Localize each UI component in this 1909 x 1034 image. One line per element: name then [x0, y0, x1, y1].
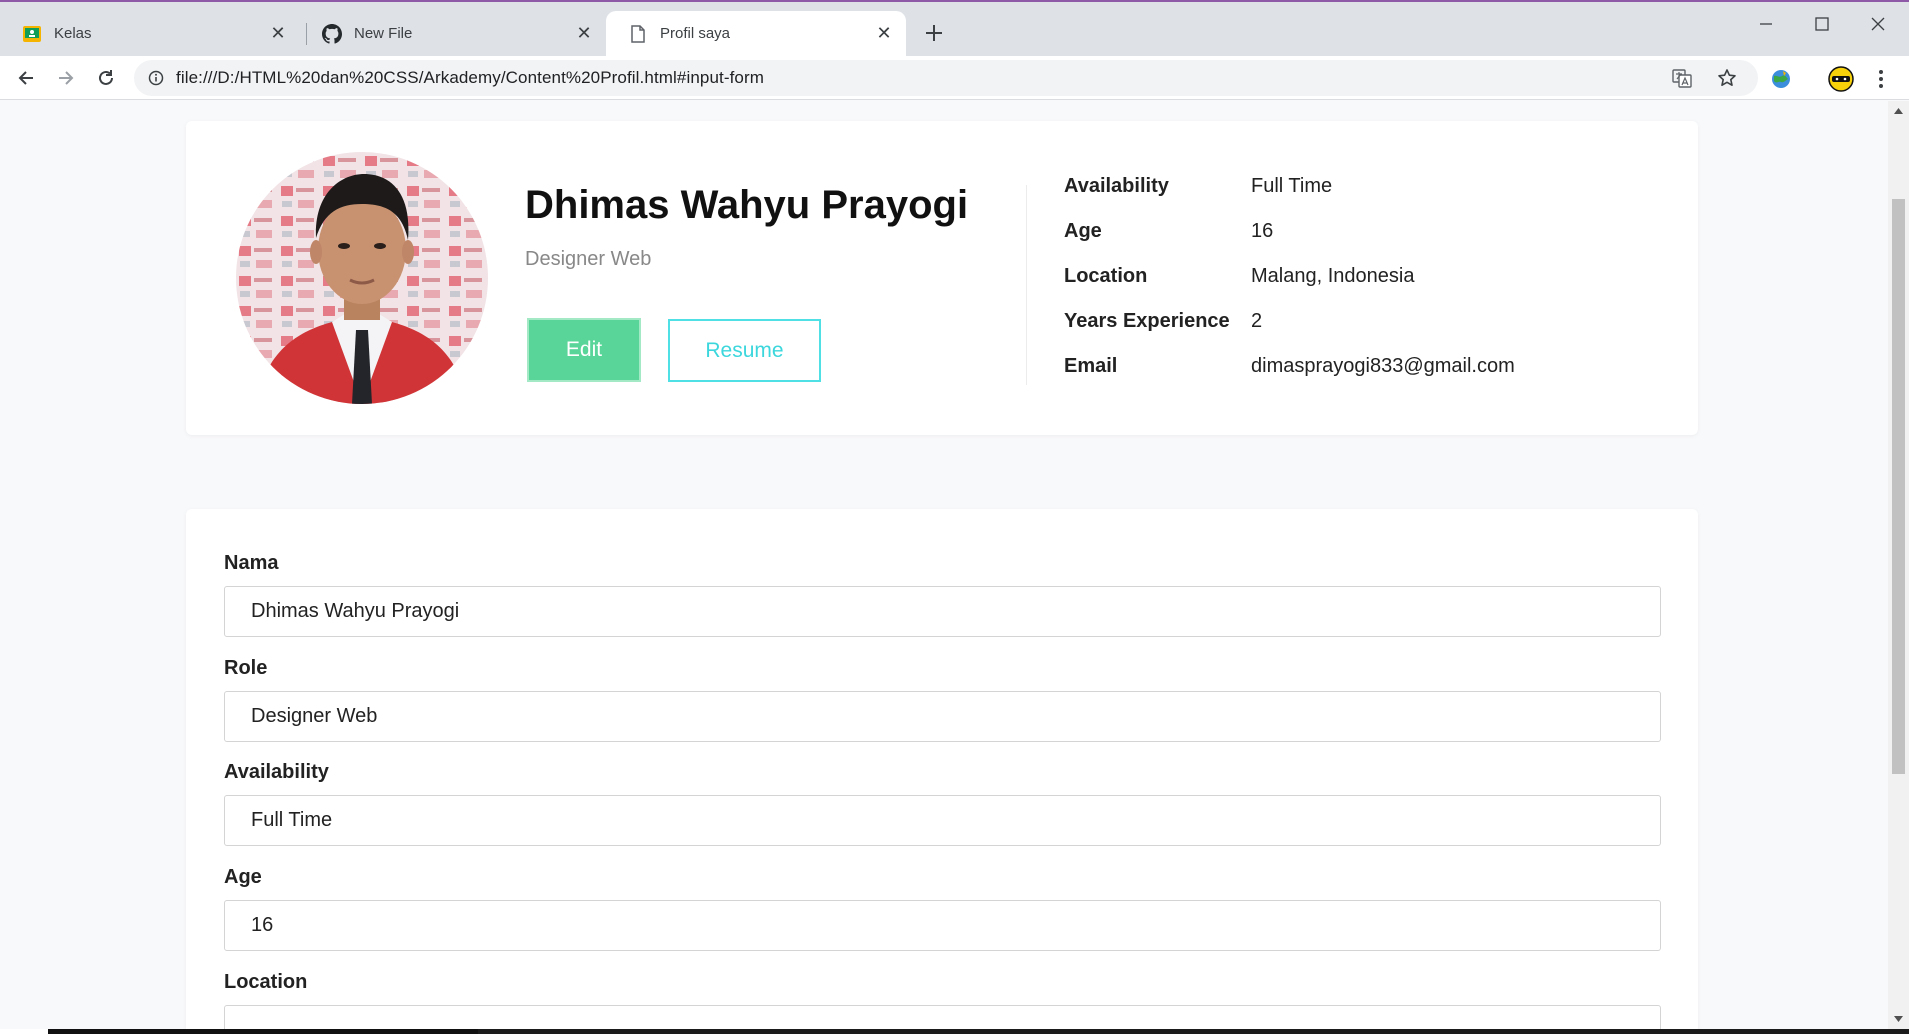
close-icon[interactable]: ✕ — [572, 22, 596, 46]
detail-row-email: Email dimasprayogi833@gmail.com — [1064, 355, 1515, 400]
nama-input[interactable] — [224, 586, 1661, 637]
age-input[interactable] — [224, 900, 1661, 951]
url-text: file:///D:/HTML%20dan%20CSS/Arkademy/Con… — [176, 68, 764, 87]
back-button[interactable] — [10, 62, 42, 94]
profile-name: Dhimas Wahyu Prayogi — [525, 183, 969, 227]
new-tab-button[interactable] — [920, 19, 948, 47]
tab-title: Kelas — [54, 25, 92, 42]
detail-row-age: Age 16 — [1064, 220, 1515, 265]
edit-button[interactable]: Edit — [527, 318, 641, 382]
detail-value: 16 — [1251, 220, 1274, 242]
google-classroom-icon — [22, 24, 42, 44]
vertical-scrollbar[interactable] — [1888, 101, 1909, 1029]
detail-row-experience: Years Experience 2 — [1064, 310, 1515, 355]
field-label: Age — [224, 866, 262, 888]
tab-new-file[interactable]: New File ✕ — [300, 11, 606, 56]
detail-label: Location — [1064, 265, 1148, 287]
tab-title: New File — [354, 25, 413, 42]
input-form: Nama Role Availability Age Location — [186, 509, 1698, 1029]
info-icon[interactable] — [146, 68, 166, 88]
availability-input[interactable] — [224, 795, 1661, 846]
tab-kelas[interactable]: Kelas ✕ — [0, 11, 300, 56]
detail-label: Availability — [1064, 175, 1169, 197]
bookmark-star-icon[interactable] — [1711, 60, 1743, 96]
field-role: Role — [224, 657, 1661, 742]
detail-row-availability: Availability Full Time — [1064, 175, 1515, 220]
detail-label: Years Experience — [1064, 310, 1230, 332]
close-icon[interactable]: ✕ — [872, 22, 896, 46]
page-viewport: Dhimas Wahyu Prayogi Designer Web Edit R… — [0, 101, 1888, 1029]
field-location: Location — [224, 971, 1661, 1029]
menu-kebab-icon[interactable] — [1866, 64, 1896, 94]
detail-label: Age — [1064, 220, 1102, 242]
tab-strip: Kelas ✕ New File ✕ Profil saya ✕ — [0, 2, 1909, 56]
browser-toolbar: file:///D:/HTML%20dan%20CSS/Arkademy/Con… — [0, 56, 1909, 100]
location-input[interactable] — [224, 1005, 1661, 1029]
profile-details: Availability Full Time Age 16 Location M… — [1064, 175, 1515, 400]
github-icon — [322, 23, 342, 44]
taskbar-edge — [0, 1029, 1909, 1034]
detail-value: Full Time — [1251, 175, 1333, 197]
tab-title: Profil saya — [660, 25, 731, 42]
taskbar-segment — [48, 1029, 478, 1034]
forward-button[interactable] — [50, 62, 82, 94]
translate-icon[interactable] — [1666, 60, 1698, 96]
field-label: Role — [224, 657, 268, 679]
detail-value: dimasprayogi833@gmail.com — [1251, 355, 1515, 377]
detail-label: Email — [1064, 355, 1118, 377]
address-bar[interactable]: file:///D:/HTML%20dan%20CSS/Arkademy/Con… — [134, 60, 1758, 96]
field-nama: Nama — [224, 552, 1661, 637]
field-label: Availability — [224, 761, 329, 783]
minimize-button[interactable] — [1738, 4, 1794, 44]
scroll-thumb[interactable] — [1892, 199, 1905, 774]
profile-photo — [236, 152, 488, 404]
maximize-button[interactable] — [1794, 4, 1850, 44]
detail-value: 2 — [1251, 310, 1263, 332]
profile-avatar-icon[interactable] — [1826, 64, 1856, 94]
detail-value: Malang, Indonesia — [1251, 265, 1415, 287]
tab-profil-saya[interactable]: Profil saya ✕ — [606, 11, 906, 56]
profile-role: Designer Web — [525, 248, 652, 270]
detail-row-location: Location Malang, Indonesia — [1064, 265, 1515, 310]
field-age: Age — [224, 866, 1661, 951]
close-icon[interactable]: ✕ — [266, 22, 290, 46]
extension-globe-icon[interactable] — [1766, 64, 1796, 94]
scroll-down-arrow-icon[interactable] — [1888, 1011, 1909, 1027]
scroll-up-arrow-icon[interactable] — [1888, 103, 1909, 119]
close-window-button[interactable] — [1850, 4, 1906, 44]
field-label: Location — [224, 971, 308, 993]
document-icon — [628, 24, 648, 44]
role-input[interactable] — [224, 691, 1661, 742]
vertical-divider — [1026, 185, 1027, 385]
resume-button[interactable]: Resume — [668, 319, 821, 382]
field-availability: Availability — [224, 761, 1661, 846]
reload-button[interactable] — [90, 62, 122, 94]
field-label: Nama — [224, 552, 279, 574]
taskbar-segment — [478, 1029, 1909, 1034]
profile-card: Dhimas Wahyu Prayogi Designer Web Edit R… — [186, 121, 1698, 435]
